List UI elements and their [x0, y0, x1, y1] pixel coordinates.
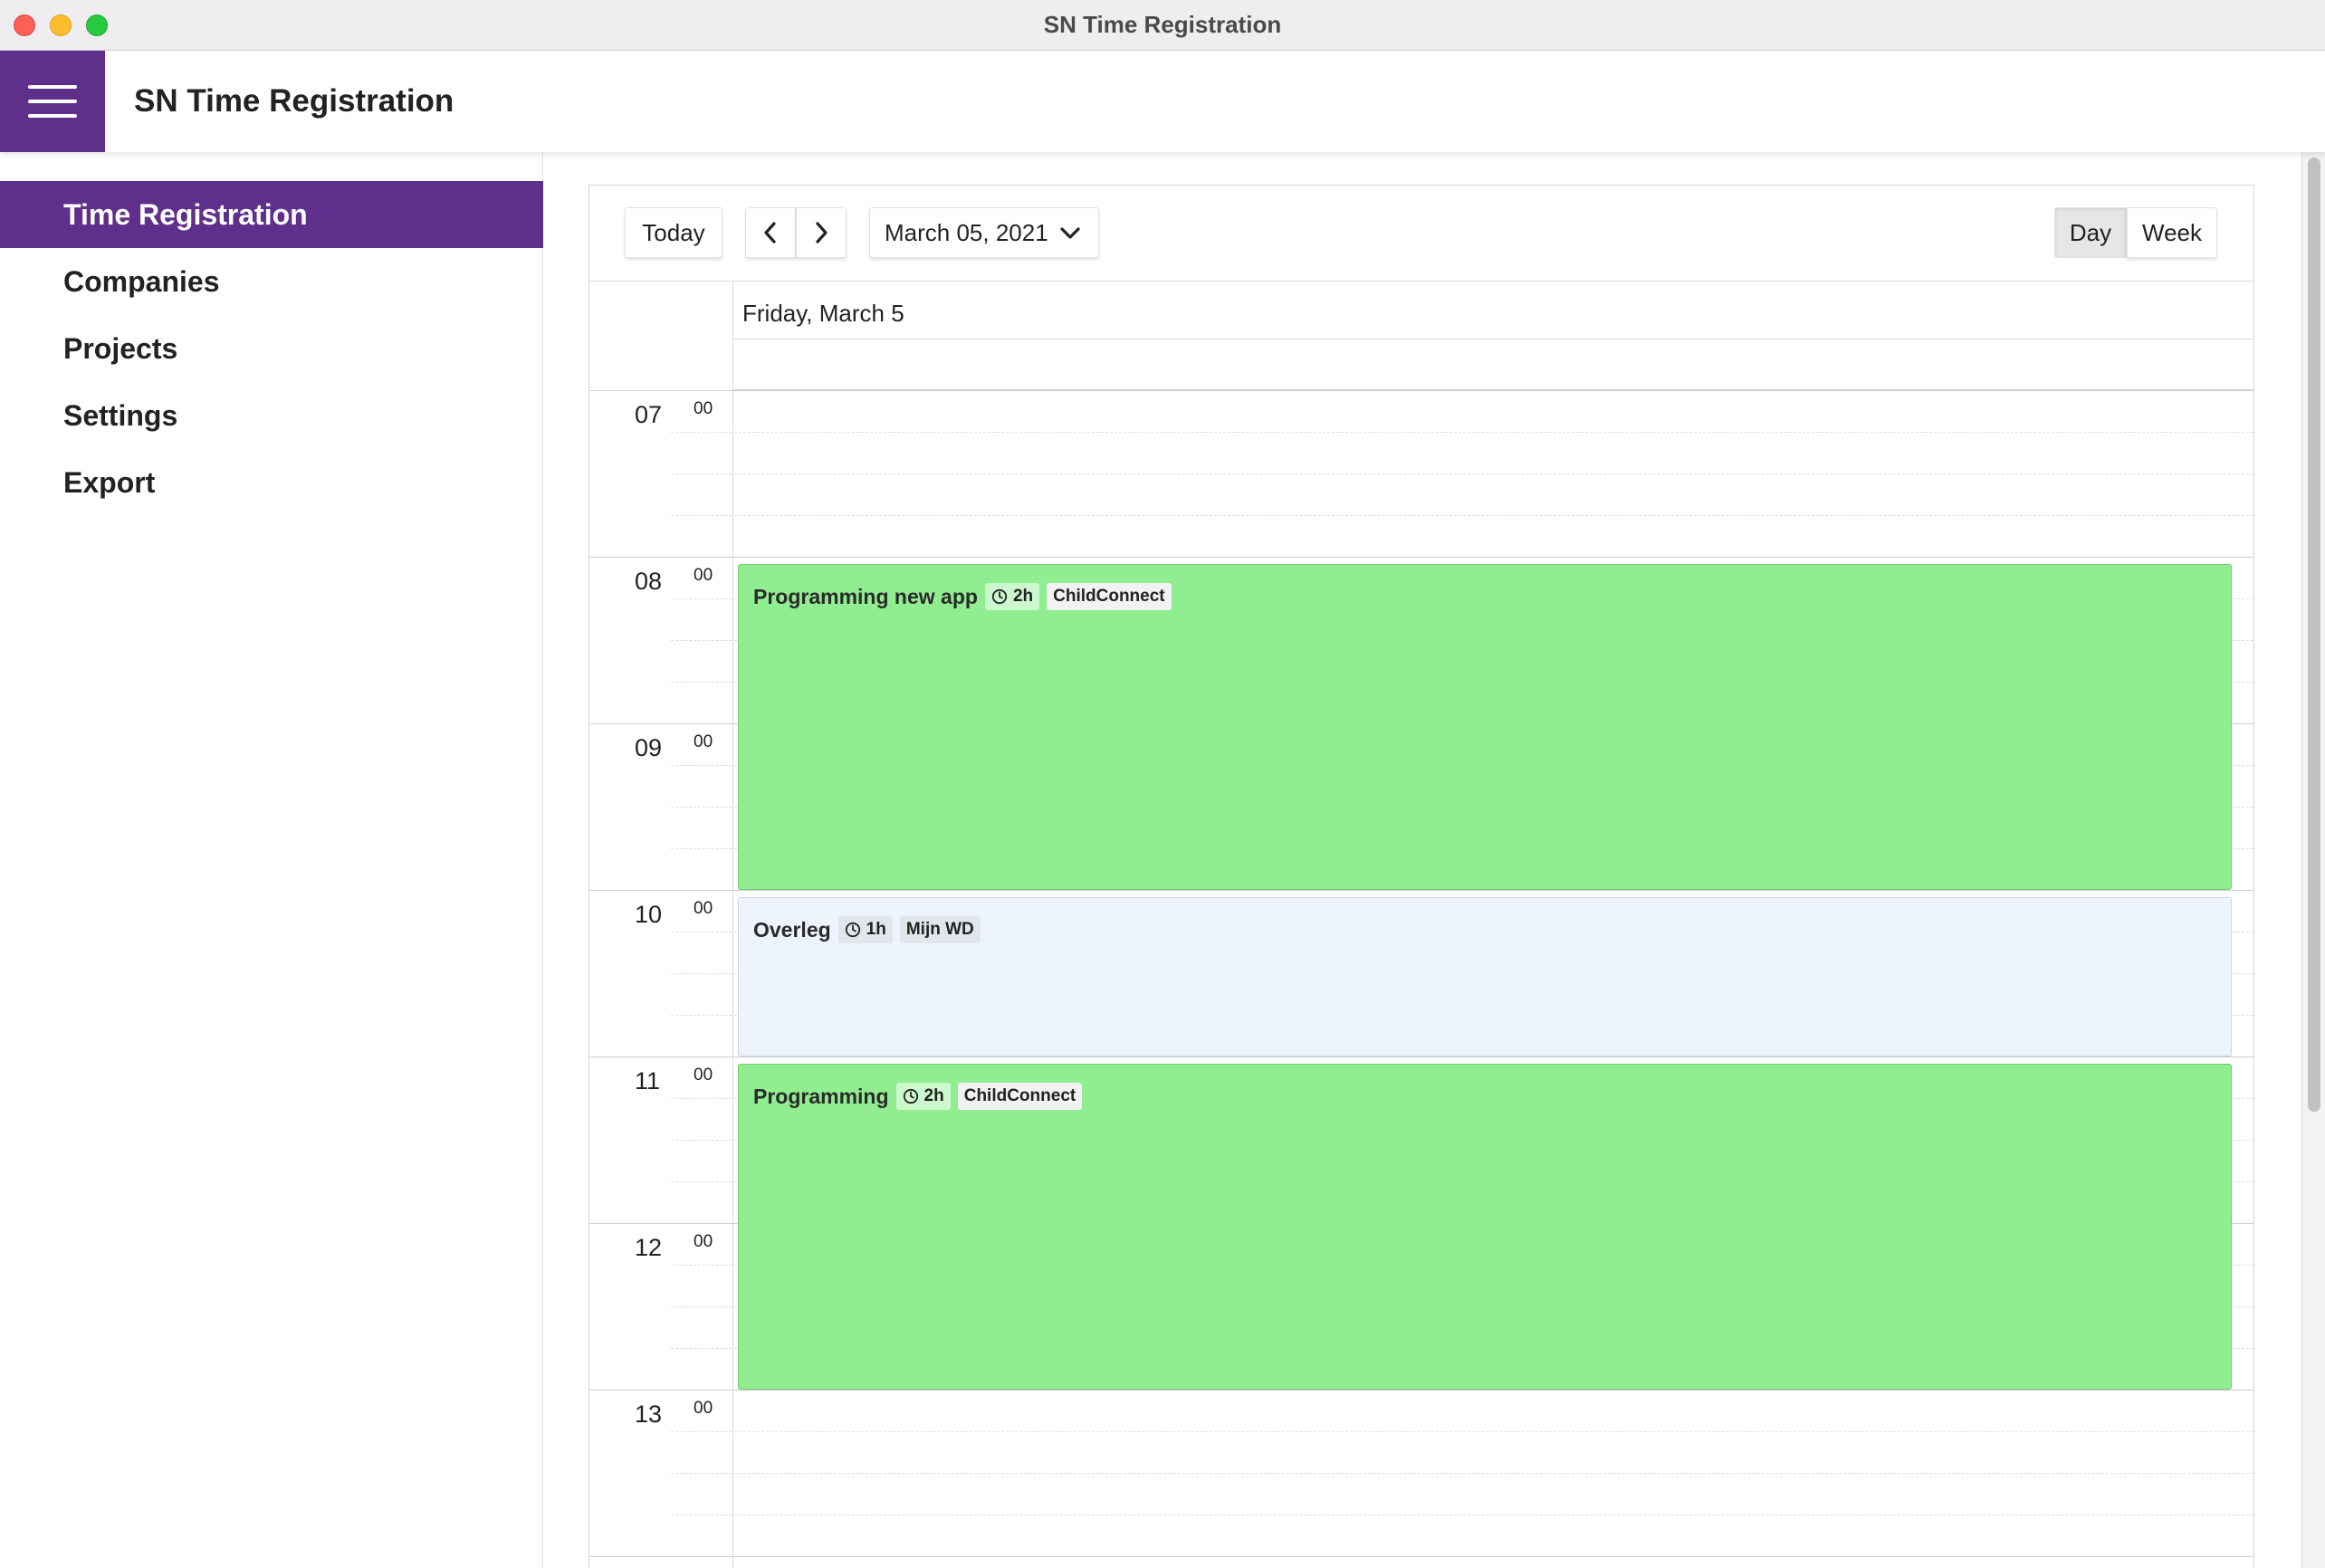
sidebar-item-export[interactable]: Export — [0, 449, 543, 516]
hour-label: 08 — [635, 568, 663, 595]
hour-label: 11 — [635, 1067, 661, 1095]
sidebar-item-settings[interactable]: Settings — [0, 382, 543, 449]
event-duration: 1h — [837, 916, 893, 943]
clock-icon — [903, 1088, 918, 1104]
vertical-scrollbar[interactable] — [2301, 152, 2325, 1568]
all-day-row[interactable] — [732, 339, 2253, 390]
hour-label: 12 — [635, 1234, 663, 1261]
main-content: Today March 05, 2021 Day Week Friday, Ma… — [543, 152, 2301, 1568]
minute-label: 00 — [694, 1399, 713, 1418]
hour-label: 10 — [635, 901, 663, 928]
event-project: ChildConnect — [1047, 583, 1172, 610]
event-title: Programming — [753, 1085, 889, 1108]
day-view-button[interactable]: Day — [2054, 207, 2127, 258]
date-picker-label: March 05, 2021 — [885, 218, 1048, 246]
minute-label: 00 — [694, 899, 713, 918]
clock-icon — [845, 922, 860, 938]
event-project: Mijn WD — [899, 916, 981, 943]
sidebar-item-projects[interactable]: Projects — [0, 315, 543, 382]
sidebar-item-time-registration[interactable]: Time Registration — [0, 181, 543, 248]
hour-row: 13 00 — [589, 1390, 2253, 1556]
event-project: ChildConnect — [957, 1083, 1083, 1110]
app-header: SN Time Registration — [0, 51, 2325, 152]
scrollbar-thumb[interactable] — [2308, 158, 2320, 1112]
window-title: SN Time Registration — [1043, 11, 1282, 38]
event-card[interactable]: Programming new app 2h ChildConnect — [738, 564, 2232, 890]
sidebar: Time Registration Companies Projects Set… — [0, 152, 543, 1568]
previous-day-button[interactable] — [745, 207, 796, 258]
hour-label: 09 — [635, 734, 663, 761]
hamburger-icon — [28, 85, 77, 89]
sidebar-item-companies[interactable]: Companies — [0, 248, 543, 315]
calendar: Today March 05, 2021 Day Week Friday, Ma… — [588, 185, 2254, 1568]
calendar-toolbar: Today March 05, 2021 Day Week — [589, 186, 2253, 282]
chevron-down-icon — [1060, 227, 1080, 239]
event-duration: 2h — [895, 1083, 951, 1110]
chevron-left-icon — [764, 222, 776, 244]
day-column-header: Friday, March 5 — [732, 282, 2253, 339]
app-title: SN Time Registration — [134, 83, 454, 119]
event-title: Programming new app — [753, 585, 978, 608]
event-card[interactable]: Overleg 1h Mijn WD — [738, 897, 2232, 1056]
week-view-button[interactable]: Week — [2127, 207, 2217, 258]
window-titlebar: SN Time Registration — [0, 0, 2325, 51]
clock-icon — [991, 588, 1008, 605]
minute-label: 00 — [694, 566, 713, 585]
today-button[interactable]: Today — [625, 207, 722, 258]
hamburger-menu-button[interactable] — [0, 51, 105, 152]
event-duration: 2h — [984, 583, 1040, 610]
next-day-button[interactable] — [796, 207, 847, 258]
minute-label: 00 — [694, 732, 713, 751]
event-card[interactable]: Programming 2h ChildConnect — [738, 1064, 2232, 1390]
hour-label: 07 — [635, 401, 663, 428]
event-title: Overleg — [753, 918, 831, 942]
hour-label: 13 — [635, 1401, 663, 1428]
time-grid[interactable]: 07 00 08 00 09 00 10 00 11 00 12 00 13 0… — [589, 390, 2253, 1568]
minute-label: 00 — [694, 1066, 713, 1085]
minute-label: 00 — [694, 1232, 713, 1251]
date-picker-button[interactable]: March 05, 2021 — [869, 207, 1099, 258]
minute-label: 00 — [694, 399, 713, 418]
chevron-right-icon — [816, 222, 828, 244]
hour-row: 07 00 — [589, 390, 2253, 557]
